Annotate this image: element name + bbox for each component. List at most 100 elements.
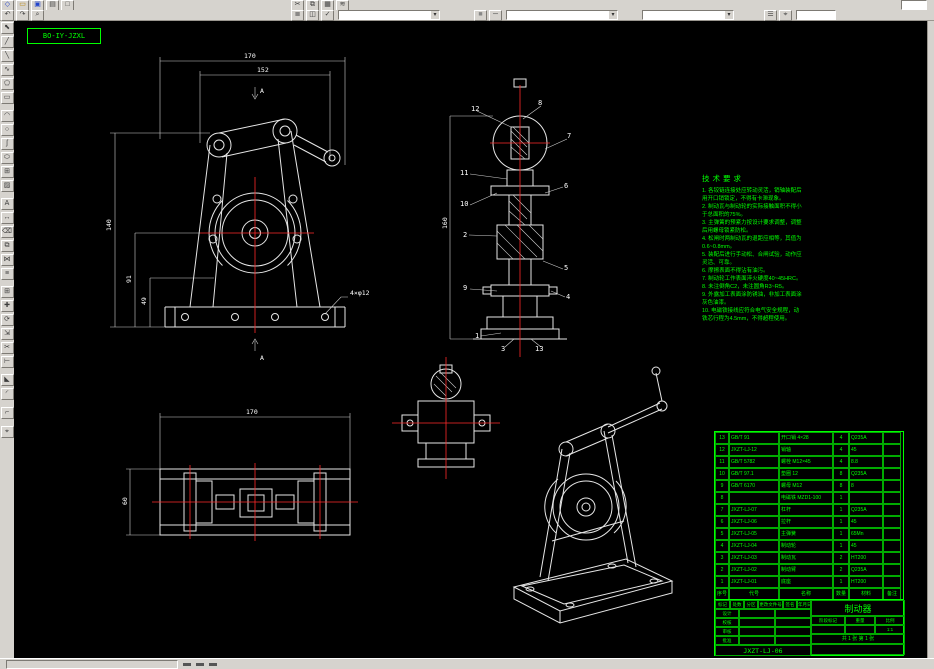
distance-icon[interactable]: ⌖ — [0, 426, 14, 438]
parts-row: 6 JXZT-LJ-06 拉杆 1 45 — [715, 516, 903, 528]
stage-label: 阶段标记 — [811, 616, 845, 625]
titleblock-header-cell: 分区 — [744, 600, 758, 609]
parts-cell: Q235A — [849, 432, 883, 444]
parts-cell: 8 — [833, 480, 849, 492]
parts-cell — [849, 492, 883, 504]
detail-view — [392, 357, 500, 479]
parts-cell: HT200 — [849, 576, 883, 588]
arc-icon[interactable]: ◠ — [0, 110, 14, 122]
parts-row: 2 JXZT-LJ-02 制动臂 2 Q235A — [715, 564, 903, 576]
parts-cell: 1 — [833, 492, 849, 504]
notes-title: 技术要求 — [702, 174, 744, 183]
rectangle-icon[interactable]: ▭ — [0, 92, 14, 104]
undo-icon[interactable]: ↶ — [1, 9, 14, 21]
drawing-canvas[interactable]: 170 152 140 91 49 4×φ12 A A 160 12 8 7 1… — [14, 21, 927, 658]
scale-value: 1:1 — [875, 625, 905, 634]
note-line: 后用螺母锁紧防松。 — [702, 228, 752, 234]
parts-cell: 2 — [833, 564, 849, 576]
toolbar-row-1: ◇ ▭ ▣ ▤ □ ✂ ⧉ ▦ ≋ — [0, 0, 934, 11]
parts-list-table: 13 GB/T 91 开口销 4×28 4 Q235A 12 JXZT-LJ-12 销轴 4 45… — [714, 431, 904, 601]
xline-icon[interactable]: ╲ — [0, 50, 14, 62]
ucs-icon[interactable]: ⌐ — [0, 407, 14, 419]
scale-label: 比例 — [875, 616, 905, 625]
toolbar-group-properties: ■ ─ — [473, 9, 503, 21]
dim-label: 140 — [105, 219, 113, 231]
make-current-icon[interactable]: ✓ — [321, 9, 334, 21]
move-icon[interactable]: ✚ — [0, 300, 14, 312]
parts-cell: Q235A — [849, 468, 883, 480]
parts-cell: 1 — [833, 576, 849, 588]
layer-manager-icon[interactable]: ≣ — [291, 9, 304, 21]
redo-icon[interactable]: ↷ — [16, 9, 29, 21]
match-prop-icon[interactable]: ≋ — [336, 0, 349, 11]
chevron-down-icon: ▾ — [609, 11, 617, 19]
parts-cell: 制动轮 — [779, 540, 833, 552]
parts-row: 11 GB/T 5782 螺栓 M12×45 4 8.8 — [715, 456, 903, 468]
array-icon[interactable]: ⊞ — [0, 286, 14, 298]
note-line: 2. 制动瓦与制动轮的实际接触面积不得小 — [702, 204, 802, 210]
polygon-icon[interactable]: ⬠ — [0, 78, 14, 90]
scale-icon[interactable]: ⇲ — [0, 328, 14, 340]
print-icon[interactable]: ▤ — [46, 0, 59, 11]
note-line: 铁芯行程为4.5mm，不得超程使用。 — [702, 316, 791, 322]
parts-cell: 2 — [833, 552, 849, 564]
sign-row-label: 审核 — [715, 627, 739, 636]
find-icon[interactable]: ⌕ — [31, 9, 44, 21]
preview-icon[interactable]: □ — [61, 0, 74, 11]
sign-row-label: 批准 — [715, 636, 739, 645]
balloon-9: 9 — [463, 284, 467, 292]
parts-cell: 螺栓 M12×45 — [779, 456, 833, 468]
note-line: 6. 摩擦表面不得沾有油污。 — [702, 268, 769, 274]
mini-box[interactable] — [901, 0, 927, 10]
ellipse-icon[interactable]: ⬭ — [0, 152, 14, 164]
balloon-13: 13 — [535, 345, 543, 353]
dim-label: 170 — [244, 52, 256, 60]
mirror-icon[interactable]: ⋈ — [0, 254, 14, 266]
copy-icon[interactable]: ⧉ — [0, 240, 14, 252]
linetype-combo[interactable]: ▾ — [642, 10, 734, 20]
layer-state-icon[interactable]: ◫ — [306, 9, 319, 21]
parts-cell: 垫圈 12 — [779, 468, 833, 480]
offset-icon[interactable]: ≡ — [0, 268, 14, 280]
color-combo[interactable]: ▾ — [506, 10, 618, 20]
circle-icon[interactable]: ○ — [0, 124, 14, 136]
color-control-icon[interactable]: ■ — [474, 9, 487, 21]
spline-icon[interactable]: ʃ — [0, 138, 14, 150]
hatch-icon[interactable]: ▨ — [0, 180, 14, 192]
titleblock-header-cell: 标记 — [715, 600, 730, 609]
line-icon[interactable]: ╱ — [0, 36, 14, 48]
rotate-icon[interactable]: ⟳ — [0, 314, 14, 326]
style-box[interactable] — [796, 10, 836, 20]
note-line: 于总面积的75%。 — [702, 212, 747, 218]
drawing-corner-label: BO-IY-JZXL — [27, 28, 101, 44]
parts-cell: 8 — [849, 480, 883, 492]
select-icon[interactable]: ⬉ — [0, 22, 14, 34]
parts-cell: JXZT-LJ-12 — [729, 444, 779, 456]
parts-cell: JXZT-LJ-06 — [729, 516, 779, 528]
layer-combo[interactable]: ▾ — [338, 10, 440, 20]
dim-label: 60 — [121, 497, 129, 505]
parts-row: 13 GB/T 91 开口销 4×28 4 Q235A — [715, 432, 903, 444]
extend-icon[interactable]: ⊢ — [0, 356, 14, 368]
parts-cell — [883, 540, 901, 552]
osnap-icon[interactable]: ⌖ — [779, 9, 792, 21]
right-scroll-strip[interactable] — [927, 21, 934, 658]
chamfer-icon[interactable]: ◣ — [0, 374, 14, 386]
parts-cell — [883, 504, 901, 516]
erase-icon[interactable]: ⌫ — [0, 226, 14, 238]
text-icon[interactable]: A — [0, 198, 14, 210]
insert-block-icon[interactable]: ⊞ — [0, 166, 14, 178]
trim-icon[interactable]: ✂ — [0, 342, 14, 354]
properties-icon[interactable]: ☰ — [764, 9, 777, 21]
polyline-icon[interactable]: ∿ — [0, 64, 14, 76]
titleblock-header-cell: 签名 — [783, 600, 797, 609]
fillet-icon[interactable]: ◜ — [0, 388, 14, 400]
linetype-control-icon[interactable]: ─ — [489, 9, 502, 21]
balloon-10: 10 — [460, 200, 468, 208]
balloon-5: 5 — [564, 264, 568, 272]
dimension-icon[interactable]: ↔ — [0, 212, 14, 224]
titleblock-header-cell: 年月日 — [797, 600, 811, 609]
parts-cell: 1 — [833, 516, 849, 528]
parts-cell — [883, 492, 901, 504]
balloon-11: 11 — [460, 169, 468, 177]
